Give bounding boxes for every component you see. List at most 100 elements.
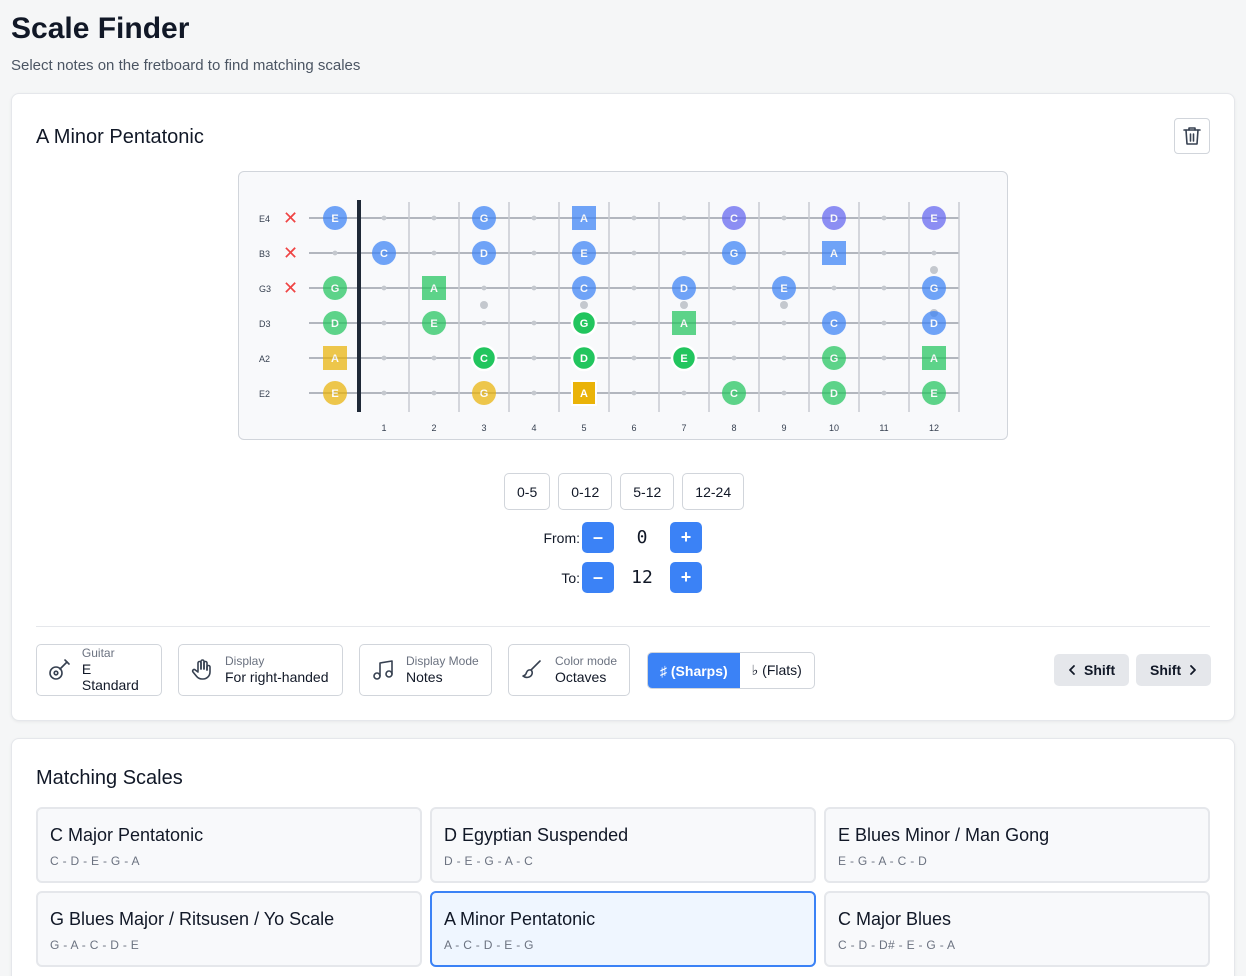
fretboard[interactable]: E4 ✕ B3 ✕ G3 ✕ D3 A2 E2 1 2 3 4 5 6 7 8 9 10 11 12 E G A C D E C D E G… [238, 171, 1008, 440]
scale-card-selected[interactable]: A Minor Pentatonic A - C - D - E - G [430, 891, 816, 967]
note-marker[interactable]: G [822, 346, 846, 370]
note-label: E [430, 318, 437, 330]
current-scale-name: A Minor Pentatonic [36, 126, 204, 148]
inlay-dot [930, 266, 938, 274]
scale-card[interactable]: D Egyptian Suspended D - E - G - A - C [430, 807, 816, 883]
note-marker[interactable]: D [570, 344, 598, 372]
shift-right-button[interactable]: Shift [1136, 654, 1212, 686]
note-marker[interactable]: C [722, 206, 746, 230]
chevron-right-icon [1190, 665, 1197, 675]
note-marker[interactable]: A [422, 276, 446, 300]
note-label: D [930, 318, 938, 330]
note-marker[interactable]: E [922, 206, 946, 230]
note-marker[interactable]: C [372, 241, 396, 265]
note-marker[interactable]: D [672, 276, 696, 300]
note-marker[interactable]: D [822, 206, 846, 230]
note-marker[interactable]: A [572, 206, 596, 230]
guitar-tuning-button[interactable]: Guitar E Standard [36, 644, 162, 696]
color-mode-button[interactable]: Color mode Octaves [508, 644, 630, 696]
flats-option[interactable]: ♭ (Flats) [740, 653, 814, 688]
scale-card-notes: E - G - A - C - D [838, 854, 928, 868]
note-marker[interactable]: G [570, 309, 598, 337]
note-label: C [580, 283, 588, 295]
note-label: A [680, 318, 688, 330]
from-decrement-button[interactable]: – [582, 522, 614, 553]
inlay-dot [680, 301, 688, 309]
preset-button-0-12[interactable]: 0-12 [558, 473, 613, 510]
color-mode-value: Octaves [554, 668, 607, 685]
note-label: D [830, 213, 838, 225]
note-marker[interactable]: E [670, 344, 698, 372]
note-marker[interactable]: E [323, 381, 347, 405]
mute-icon[interactable]: ✕ [283, 243, 298, 264]
note-label: G [730, 248, 739, 260]
fret-number: 4 [531, 423, 536, 433]
note-marker[interactable]: A [822, 241, 846, 265]
note-marker[interactable]: E [422, 311, 446, 335]
note-marker[interactable]: G [922, 276, 946, 300]
clear-button[interactable] [1174, 118, 1210, 154]
handedness-button[interactable]: Display For right-handed [178, 644, 343, 696]
fret-spot [881, 390, 887, 396]
sharps-option[interactable]: ♯ (Sharps) [648, 653, 740, 688]
note-marker[interactable]: E [572, 241, 596, 265]
fret-spot [431, 390, 437, 396]
fret-spot [781, 215, 787, 221]
note-marker[interactable]: D [323, 311, 347, 335]
note-marker[interactable]: G [722, 241, 746, 265]
note-marker[interactable]: C [822, 311, 846, 335]
preset-button-5-12[interactable]: 5-12 [620, 473, 675, 510]
mute-icon[interactable]: ✕ [283, 208, 298, 229]
scale-card[interactable]: E Blues Minor / Man Gong E - G - A - C -… [824, 807, 1210, 883]
fret-spot [531, 355, 537, 361]
note-marker[interactable]: C [572, 276, 596, 300]
note-label: C [480, 353, 488, 365]
string-label: B3 [259, 249, 270, 259]
to-decrement-button[interactable]: – [582, 562, 614, 593]
to-increment-button[interactable]: + [670, 562, 702, 593]
note-marker[interactable]: E [323, 206, 347, 230]
mute-icon[interactable]: ✕ [283, 278, 298, 299]
scale-card[interactable]: C Major Blues C - D - D# - E - G - A [824, 891, 1210, 967]
note-label: G [480, 213, 489, 225]
note-label: G [480, 388, 489, 400]
note-marker[interactable]: E [772, 276, 796, 300]
note-marker[interactable]: D [822, 381, 846, 405]
note-marker[interactable]: A [323, 346, 347, 370]
scale-card-notes: G - A - C - D - E [50, 938, 140, 952]
to-range-row: To: – 12 + [512, 562, 702, 593]
note-marker[interactable]: A [672, 311, 696, 335]
scale-card[interactable]: G Blues Major / Ritsusen / Yo Scale G - … [36, 891, 422, 967]
fret-number: 7 [681, 423, 686, 433]
scale-card-notes: C - D - D# - E - G - A [838, 938, 956, 952]
note-marker[interactable]: C [722, 381, 746, 405]
from-increment-button[interactable]: + [670, 522, 702, 553]
fret-spot [531, 390, 537, 396]
note-label: E [331, 213, 338, 225]
note-marker[interactable]: C [470, 344, 498, 372]
shift-left-button[interactable]: Shift [1054, 654, 1130, 686]
note-label: A [430, 283, 438, 295]
note-marker[interactable]: G [472, 381, 496, 405]
note-label: E [930, 213, 937, 225]
note-marker[interactable]: G [323, 276, 347, 300]
inlay-dot [780, 301, 788, 309]
preset-button-0-5[interactable]: 0-5 [504, 473, 551, 510]
shift-left-label: Shift [1084, 662, 1116, 678]
note-marker[interactable]: E [922, 381, 946, 405]
note-label: E [930, 388, 937, 400]
fretboard-diagram[interactable]: E4 ✕B3 ✕G3 ✕D3A2E21 2 3 4 5 6 7 8 9 10 11 12E G A C D EC D E G… [239, 172, 1009, 441]
note-label: C [380, 248, 388, 260]
fret-spot [881, 285, 887, 291]
note-marker[interactable]: D [922, 311, 946, 335]
preset-button-12-24[interactable]: 12-24 [682, 473, 745, 510]
note-marker[interactable]: A [922, 346, 946, 370]
fret-number: 1 [381, 423, 386, 433]
display-mode-button[interactable]: Display Mode Notes [359, 644, 492, 696]
scale-card[interactable]: C Major Pentatonic C - D - E - G - A [36, 807, 422, 883]
guitar-value: E Standard [81, 660, 139, 693]
note-marker[interactable]: A [571, 380, 597, 406]
note-marker[interactable]: D [472, 241, 496, 265]
fret-spot [881, 215, 887, 221]
note-marker[interactable]: G [472, 206, 496, 230]
